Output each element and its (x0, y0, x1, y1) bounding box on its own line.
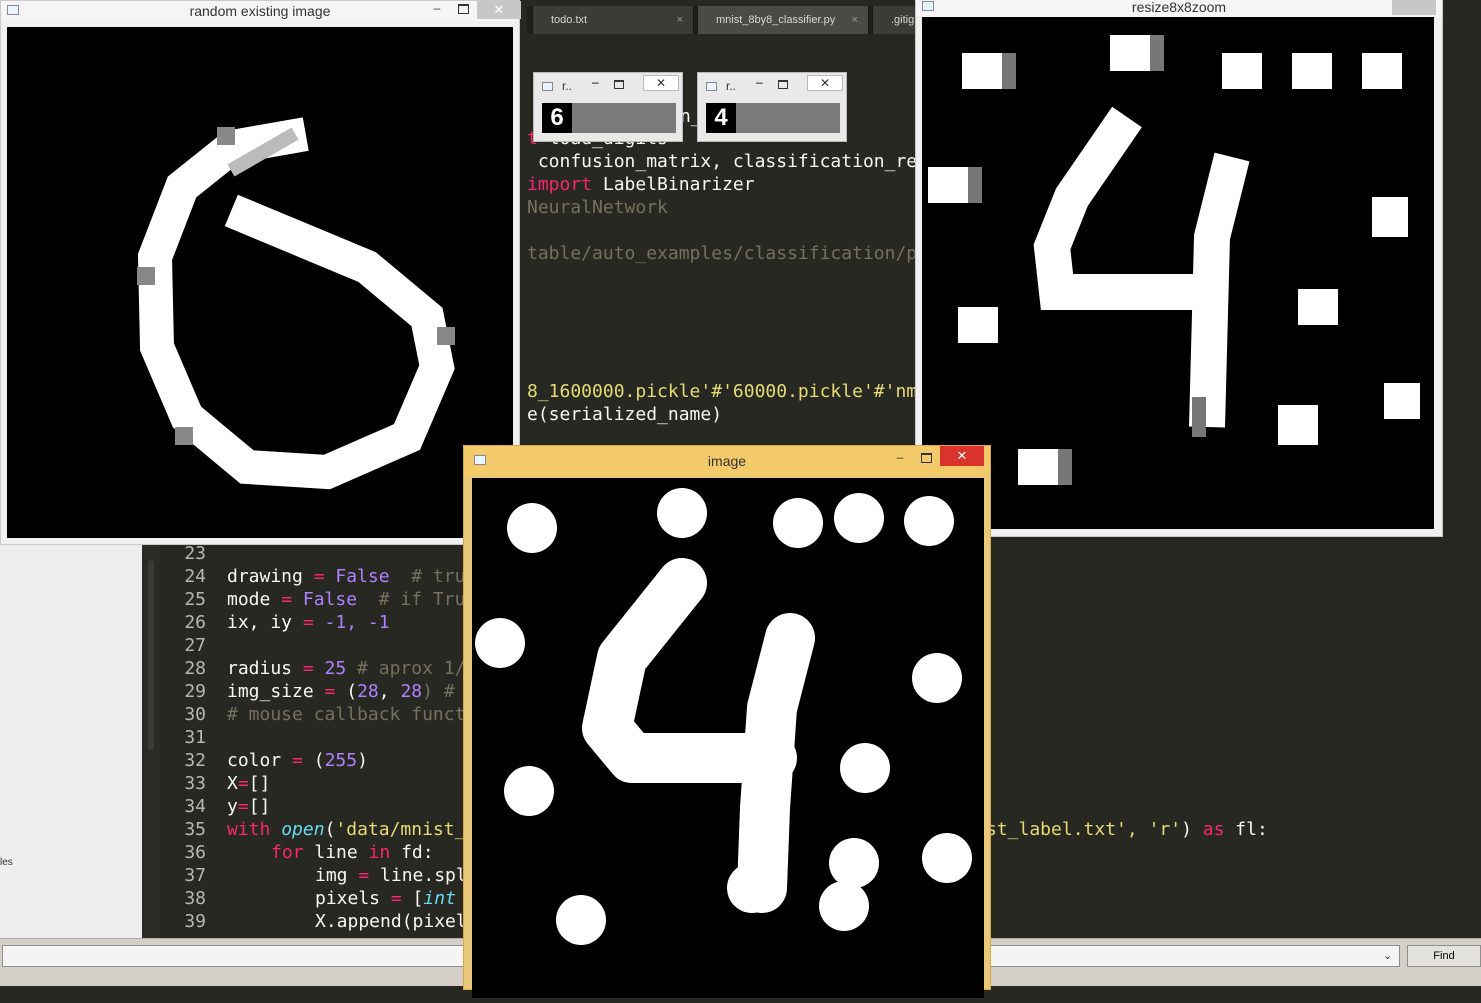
window-icon (706, 82, 717, 91)
line-number: 33 (184, 773, 206, 794)
line-number: 34 (184, 796, 206, 817)
thumbnail-strip: 6 (542, 103, 676, 133)
code-line: radius = 25 # aprox 1/ (227, 658, 466, 679)
digit-thumbnail: 6 (542, 103, 572, 133)
digit-thumbnail: 4 (706, 103, 736, 133)
close-button[interactable]: ✕ (807, 75, 843, 91)
tab-mnist-classifier[interactable]: mnist_8by8_classifier.py × (697, 6, 869, 34)
thumbnail-strip: 4 (706, 103, 840, 133)
window-title: r.. (562, 79, 573, 93)
resized-digit-canvas (922, 17, 1434, 529)
code-line: mode = False # if Tru (227, 589, 466, 610)
minimize-button[interactable]: – (427, 1, 447, 19)
line-number: 37 (184, 865, 206, 886)
tab-label: todo.txt (551, 14, 588, 26)
tab-todo-txt[interactable]: todo.txt × (532, 6, 694, 34)
title-bar[interactable]: image – ✕ (464, 446, 990, 476)
code-line: color = (255) (227, 750, 368, 771)
close-button[interactable]: ✕ (940, 446, 984, 466)
file-sidebar[interactable] (0, 545, 142, 938)
digit-six-image (137, 117, 455, 490)
line-number: 28 (184, 658, 206, 679)
code-line: X.append(pixel (315, 911, 467, 932)
window-title: r.. (726, 79, 737, 93)
code-line: # mouse callback funct (227, 704, 466, 725)
tab-label: mnist_8by8_classifier.py (716, 14, 836, 26)
close-button[interactable]: ✕ (477, 1, 521, 19)
code-line: ix, iy = -1, -1 (227, 612, 390, 633)
maximize-button[interactable] (916, 450, 936, 468)
line-number: 24 (184, 566, 206, 587)
code-line: img = line.spl (315, 865, 467, 886)
code-line: pixels = [int (315, 888, 456, 909)
maximize-button[interactable] (778, 76, 788, 94)
code-line: with open('data/mnist_ (227, 819, 466, 840)
tab-close-icon[interactable]: × (852, 6, 858, 34)
code-line: img_size = (28, 28) # (227, 681, 455, 702)
maximize-button[interactable] (453, 1, 473, 19)
title-bar[interactable]: resize8x8zoom (916, 0, 1442, 17)
window-title: resize8x8zoom (1131, 0, 1227, 15)
code-line: import LabelBinarizer (527, 174, 755, 195)
line-number: 32 (184, 750, 206, 771)
code-line: y=[] (227, 796, 271, 817)
line-number: 39 (184, 911, 206, 932)
window-title: image (707, 453, 747, 469)
find-button[interactable]: Find (1407, 945, 1481, 967)
scrollbar-thumb[interactable] (148, 560, 154, 750)
mini-window-six[interactable]: r.. – ✕ 6 (533, 72, 683, 142)
mini-window-four[interactable]: r.. – ✕ 4 (697, 72, 847, 142)
digit-canvas (7, 27, 513, 538)
code-line: table/auto_examples/classification/p (527, 243, 918, 264)
tab-bar: todo.txt × mnist_8by8_classifier.py × .git… (527, 6, 932, 34)
minimize-button[interactable]: – (592, 75, 599, 89)
window-image[interactable]: image – ✕ (463, 445, 991, 998)
close-button[interactable]: ✕ (643, 75, 679, 91)
minimize-button[interactable]: – (756, 75, 763, 89)
code-line: confusion_matrix, classification_re (527, 151, 918, 172)
line-number: 26 (184, 612, 206, 633)
window-random-existing-image[interactable]: random existing image – ✕ (0, 0, 521, 545)
line-number: 27 (184, 635, 206, 656)
line-number: 36 (184, 842, 206, 863)
line-number: 23 (184, 543, 206, 564)
minimize-button[interactable]: – (890, 450, 910, 468)
digit-four-pixelated-image (928, 35, 1420, 485)
drawing-canvas[interactable] (472, 478, 984, 998)
code-line: drawing = False # tru (227, 566, 466, 587)
tab-close-icon[interactable]: × (677, 6, 683, 34)
line-number: 29 (184, 681, 206, 702)
dropdown-caret-icon[interactable]: ⌄ (1383, 949, 1393, 963)
line-number: 35 (184, 819, 206, 840)
close-button[interactable] (1392, 0, 1436, 15)
window-resize8x8zoom[interactable]: resize8x8zoom (915, 0, 1443, 537)
maximize-button[interactable] (614, 76, 624, 94)
line-number: 30 (184, 704, 206, 725)
title-bar[interactable]: random existing image – ✕ (1, 1, 521, 21)
code-line: for line in fd: (271, 842, 434, 863)
hand-drawn-four-image (475, 488, 972, 945)
window-icon (542, 82, 553, 91)
line-number: 31 (184, 727, 206, 748)
code-line: e(serialized_name) (527, 404, 723, 425)
code-line: NeuralNetwork (527, 197, 668, 218)
sidebar-item-label: les (0, 857, 13, 868)
line-number: 25 (184, 589, 206, 610)
code-line: X=[] (227, 773, 271, 794)
code-line: 8_1600000.pickle'#'60000.pickle'#'nm (527, 381, 918, 402)
code-line: st_label.txt', 'r') as fl: (986, 819, 1268, 840)
line-number: 38 (184, 888, 206, 909)
